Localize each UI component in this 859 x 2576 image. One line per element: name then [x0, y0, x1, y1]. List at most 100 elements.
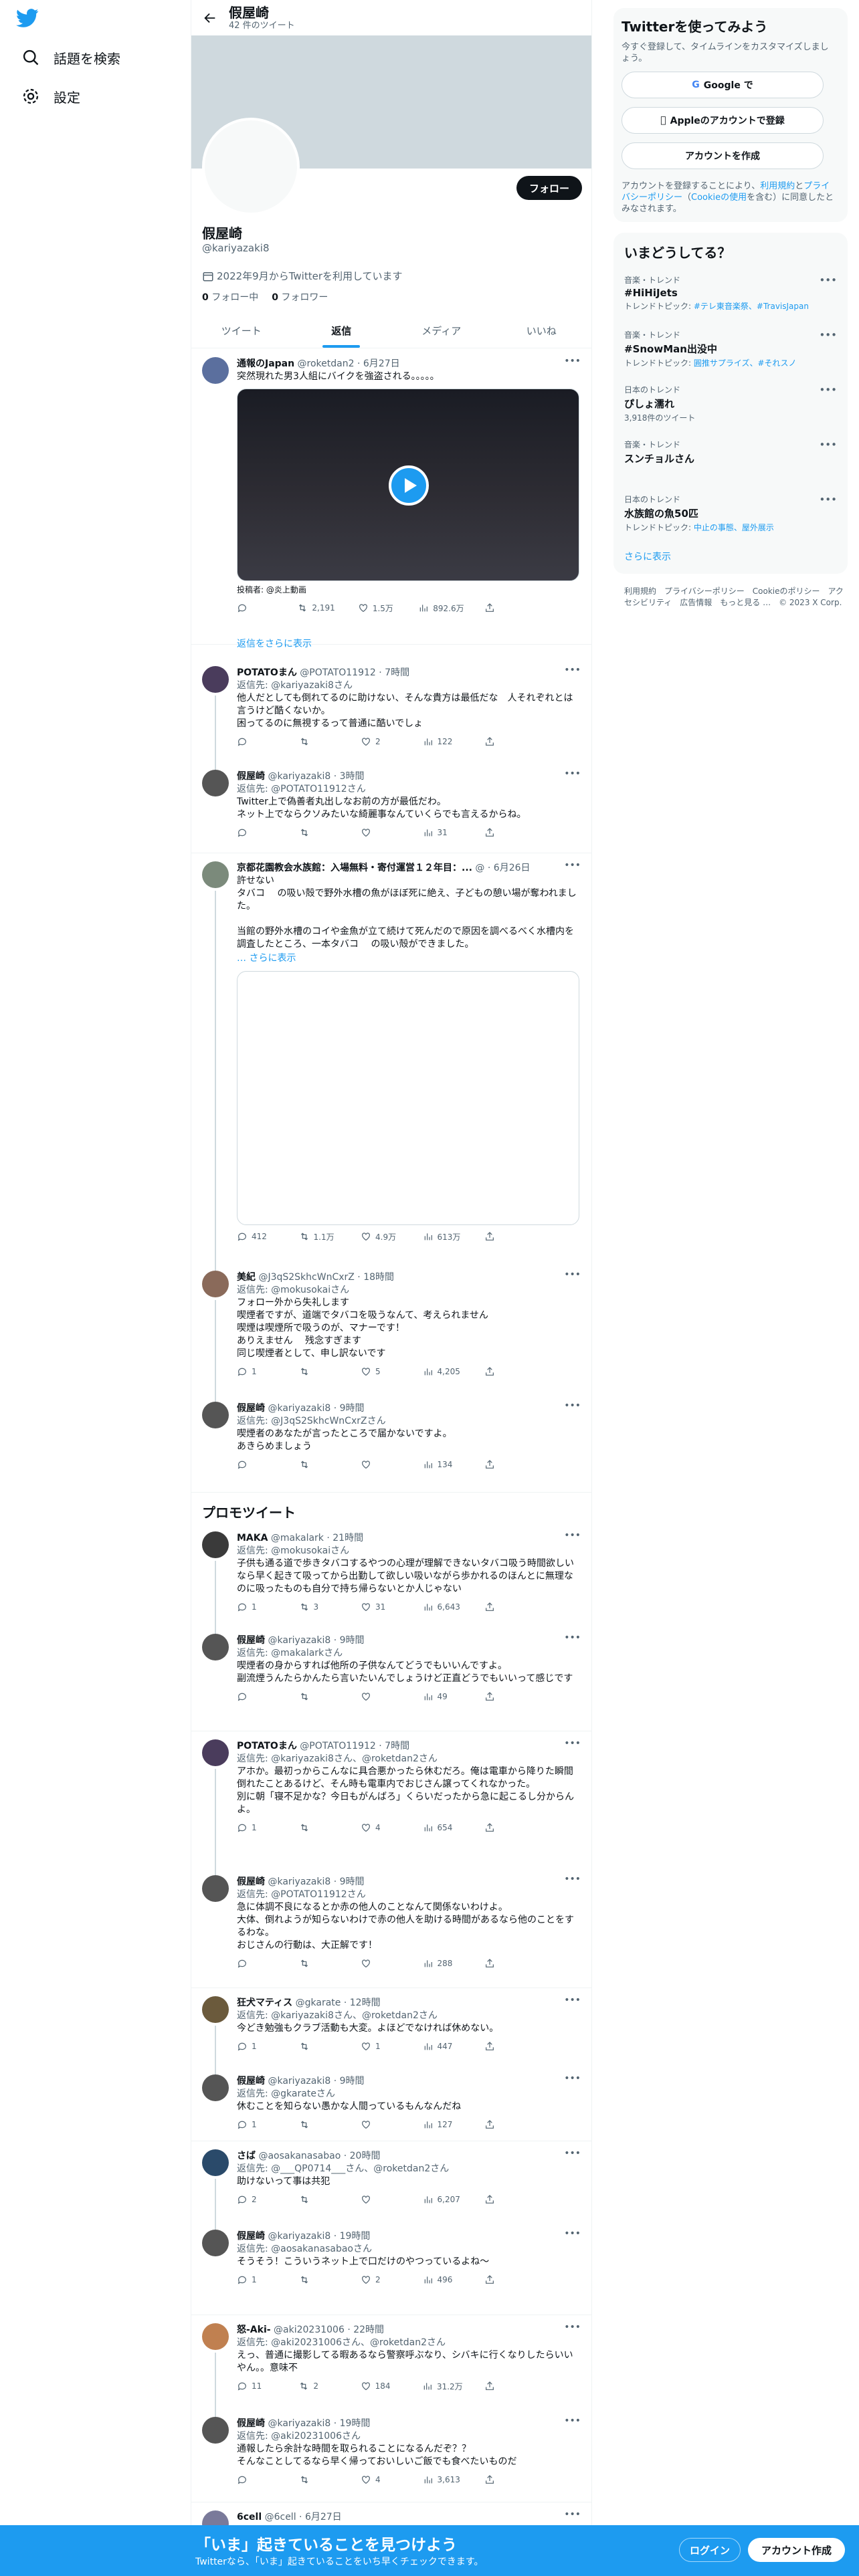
views-button[interactable]: 613万 [423, 1231, 463, 1243]
share-button[interactable] [484, 1691, 524, 1702]
share-button[interactable] [484, 1366, 524, 1377]
retweet-button[interactable] [299, 827, 339, 838]
tab-media[interactable]: メディア [391, 313, 492, 348]
reply-to[interactable]: 返信先: @makalarkさん [237, 1647, 581, 1660]
tweet-avatar[interactable] [202, 357, 229, 384]
tweet-avatar[interactable] [202, 1402, 229, 1428]
reply-to[interactable]: 返信先: @gkarateさん [237, 2088, 581, 2101]
retweet-button[interactable]: 2 [298, 2381, 339, 2391]
views-button[interactable]: 3,613 [423, 2474, 463, 2485]
apple-signup-button[interactable]:  Appleのアカウントで登録 [622, 107, 824, 134]
share-button[interactable] [484, 1459, 524, 1470]
reply-to[interactable]: 返信先: @kariyazaki8さん、@roketdan2さん [237, 2010, 581, 2022]
trends-show-more[interactable]: さらに表示 [624, 550, 671, 563]
tweet-avatar[interactable] [202, 1739, 229, 1766]
like-button[interactable]: 4 [361, 1822, 401, 1833]
tweet[interactable]: ••• POTATOまん @POTATO11912 · 7時間 返信先: @kari… [191, 658, 591, 770]
reply-to[interactable]: 返信先: @J3qS2SkhcWnCxrZさん [237, 1415, 581, 1428]
share-button[interactable] [484, 2474, 524, 2485]
tweet-avatar[interactable] [202, 1531, 229, 1558]
trend-item[interactable]: 音楽・トレンド スンチョルさん ••• [624, 439, 837, 467]
reply-to[interactable]: 返信先: @POTATO11912さん [237, 1889, 581, 1901]
retweet-button[interactable] [299, 1459, 339, 1470]
share-button[interactable] [484, 2041, 524, 2052]
like-button[interactable]: 5 [361, 1366, 401, 1377]
retweet-button[interactable] [299, 2474, 339, 2485]
like-button[interactable]: 1 [361, 2041, 401, 2052]
views-button[interactable]: 31.2万 [422, 2381, 463, 2392]
reply-to[interactable]: 返信先: @aki20231006さん、@roketdan2さん [237, 2337, 581, 2349]
like-button[interactable] [361, 2194, 401, 2205]
reply-button[interactable]: 1 [237, 2119, 277, 2130]
tweet[interactable]: ••• 美紀 @J3qS2SkhcWnCxrZ · 18時間 返信先: @mokus… [191, 1263, 591, 1402]
cookie-link[interactable]: Cookieの使用 [691, 193, 747, 203]
google-signup-button[interactable]: G Google で [622, 72, 824, 98]
tweet-avatar[interactable] [202, 1875, 229, 1902]
tab-replies[interactable]: 返信 [292, 313, 392, 348]
reply-button[interactable]: 11 [237, 2381, 277, 2391]
reply-button[interactable] [237, 1459, 277, 1470]
tweet[interactable]: ••• さば @aosakanasabao · 20時間 返信先: @___QP07… [191, 2141, 591, 2230]
tweet-avatar[interactable] [202, 1634, 229, 1660]
share-button[interactable] [484, 2194, 524, 2205]
show-more-link[interactable]: … さらに表示 [237, 953, 296, 964]
views-button[interactable]: 127 [423, 2119, 463, 2130]
share-button[interactable] [484, 1822, 524, 1833]
reply-to[interactable]: 返信先: @mokusokaiさん [237, 1545, 581, 1558]
views-button[interactable]: 892.6万 [418, 603, 464, 614]
tweet-avatar[interactable] [202, 1271, 229, 1297]
share-button[interactable] [484, 736, 524, 747]
like-button[interactable]: 31 [361, 1602, 401, 1612]
reply-button[interactable]: 412 [237, 1231, 277, 1242]
retweet-button[interactable] [299, 1691, 339, 1702]
retweet-button[interactable] [299, 736, 339, 747]
tweet-avatar[interactable] [202, 2149, 229, 2176]
reply-to[interactable]: 返信先: @aki20231006さん [237, 2430, 581, 2443]
tweet-avatar[interactable] [202, 770, 229, 796]
create-account-button[interactable]: アカウントを作成 [622, 142, 824, 169]
tweet[interactable]: ••• MAKA @makalark · 21時間 返信先: @mokusokaiさ… [191, 1523, 591, 1634]
like-button[interactable]: 2 [361, 736, 401, 747]
signup-button[interactable]: アカウント作成 [748, 2538, 845, 2562]
views-button[interactable]: 122 [423, 736, 463, 747]
like-button[interactable]: 184 [361, 2381, 401, 2391]
views-button[interactable]: 49 [423, 1691, 463, 1702]
reply-button[interactable] [237, 1958, 277, 1969]
nav-settings[interactable]: 設定 [13, 79, 88, 114]
share-button[interactable] [484, 2381, 524, 2391]
retweet-button[interactable]: 2,191 [297, 603, 337, 613]
reply-button[interactable]: 2 [237, 2194, 277, 2205]
following-link[interactable]: 0 フォロー中 [202, 290, 258, 304]
trend-item[interactable]: 音楽・トレンド #HiHiJets トレンドトピック: #テレ東音楽祭、#Tra… [624, 274, 837, 312]
twitter-logo-icon[interactable] [16, 7, 43, 33]
views-button[interactable]: 288 [423, 1958, 463, 1969]
retweet-button[interactable] [299, 2274, 339, 2285]
terms-link[interactable]: 利用規約 [760, 181, 795, 191]
footer-links[interactable]: 利用規約 プライバシーポリシー Cookieのポリシー アクセシビリティ 広告情… [624, 586, 845, 609]
views-button[interactable]: 496 [423, 2274, 463, 2285]
more-icon[interactable]: ••• [819, 384, 837, 396]
retweet-button[interactable] [299, 2041, 339, 2052]
tweet-avatar[interactable] [202, 2074, 229, 2101]
share-button[interactable] [484, 2274, 524, 2285]
like-button[interactable]: 1.5万 [358, 603, 398, 614]
show-more-replies[interactable]: 返信をさらに表示 [237, 637, 312, 650]
tweet[interactable]: ••• 通報のJapan @roketdan2 · 6月27日 突然現れた男3人組に… [191, 349, 591, 645]
views-button[interactable]: 6,207 [423, 2194, 463, 2205]
retweet-button[interactable]: 3 [299, 1602, 339, 1612]
tweet[interactable]: ••• 假屋崎 @kariyazaki8 · 19時間 返信先: @aki20231… [191, 2409, 591, 2502]
profile-avatar[interactable] [202, 118, 300, 215]
share-button[interactable] [484, 1958, 524, 1969]
views-button[interactable]: 31 [423, 827, 463, 838]
trend-item[interactable]: 日本のトレンド 水族館の魚50匹 トレンドトピック: 中止の事態、屋外展示 ••… [624, 494, 837, 533]
reply-button[interactable] [237, 2474, 277, 2485]
views-button[interactable]: 6,643 [423, 1602, 463, 1612]
tweet-avatar[interactable] [202, 2417, 229, 2444]
more-icon[interactable]: ••• [819, 494, 837, 506]
views-button[interactable]: 447 [423, 2041, 463, 2052]
views-button[interactable]: 134 [423, 1459, 463, 1470]
reply-to[interactable]: 返信先: @POTATO11912さん [237, 783, 581, 796]
more-icon[interactable]: ••• [819, 329, 837, 341]
tweet[interactable]: ••• 狂犬マティス @gkarate · 12時間 返信先: @kariyazak… [191, 1988, 591, 2074]
reply-button[interactable]: 1 [237, 1366, 277, 1377]
